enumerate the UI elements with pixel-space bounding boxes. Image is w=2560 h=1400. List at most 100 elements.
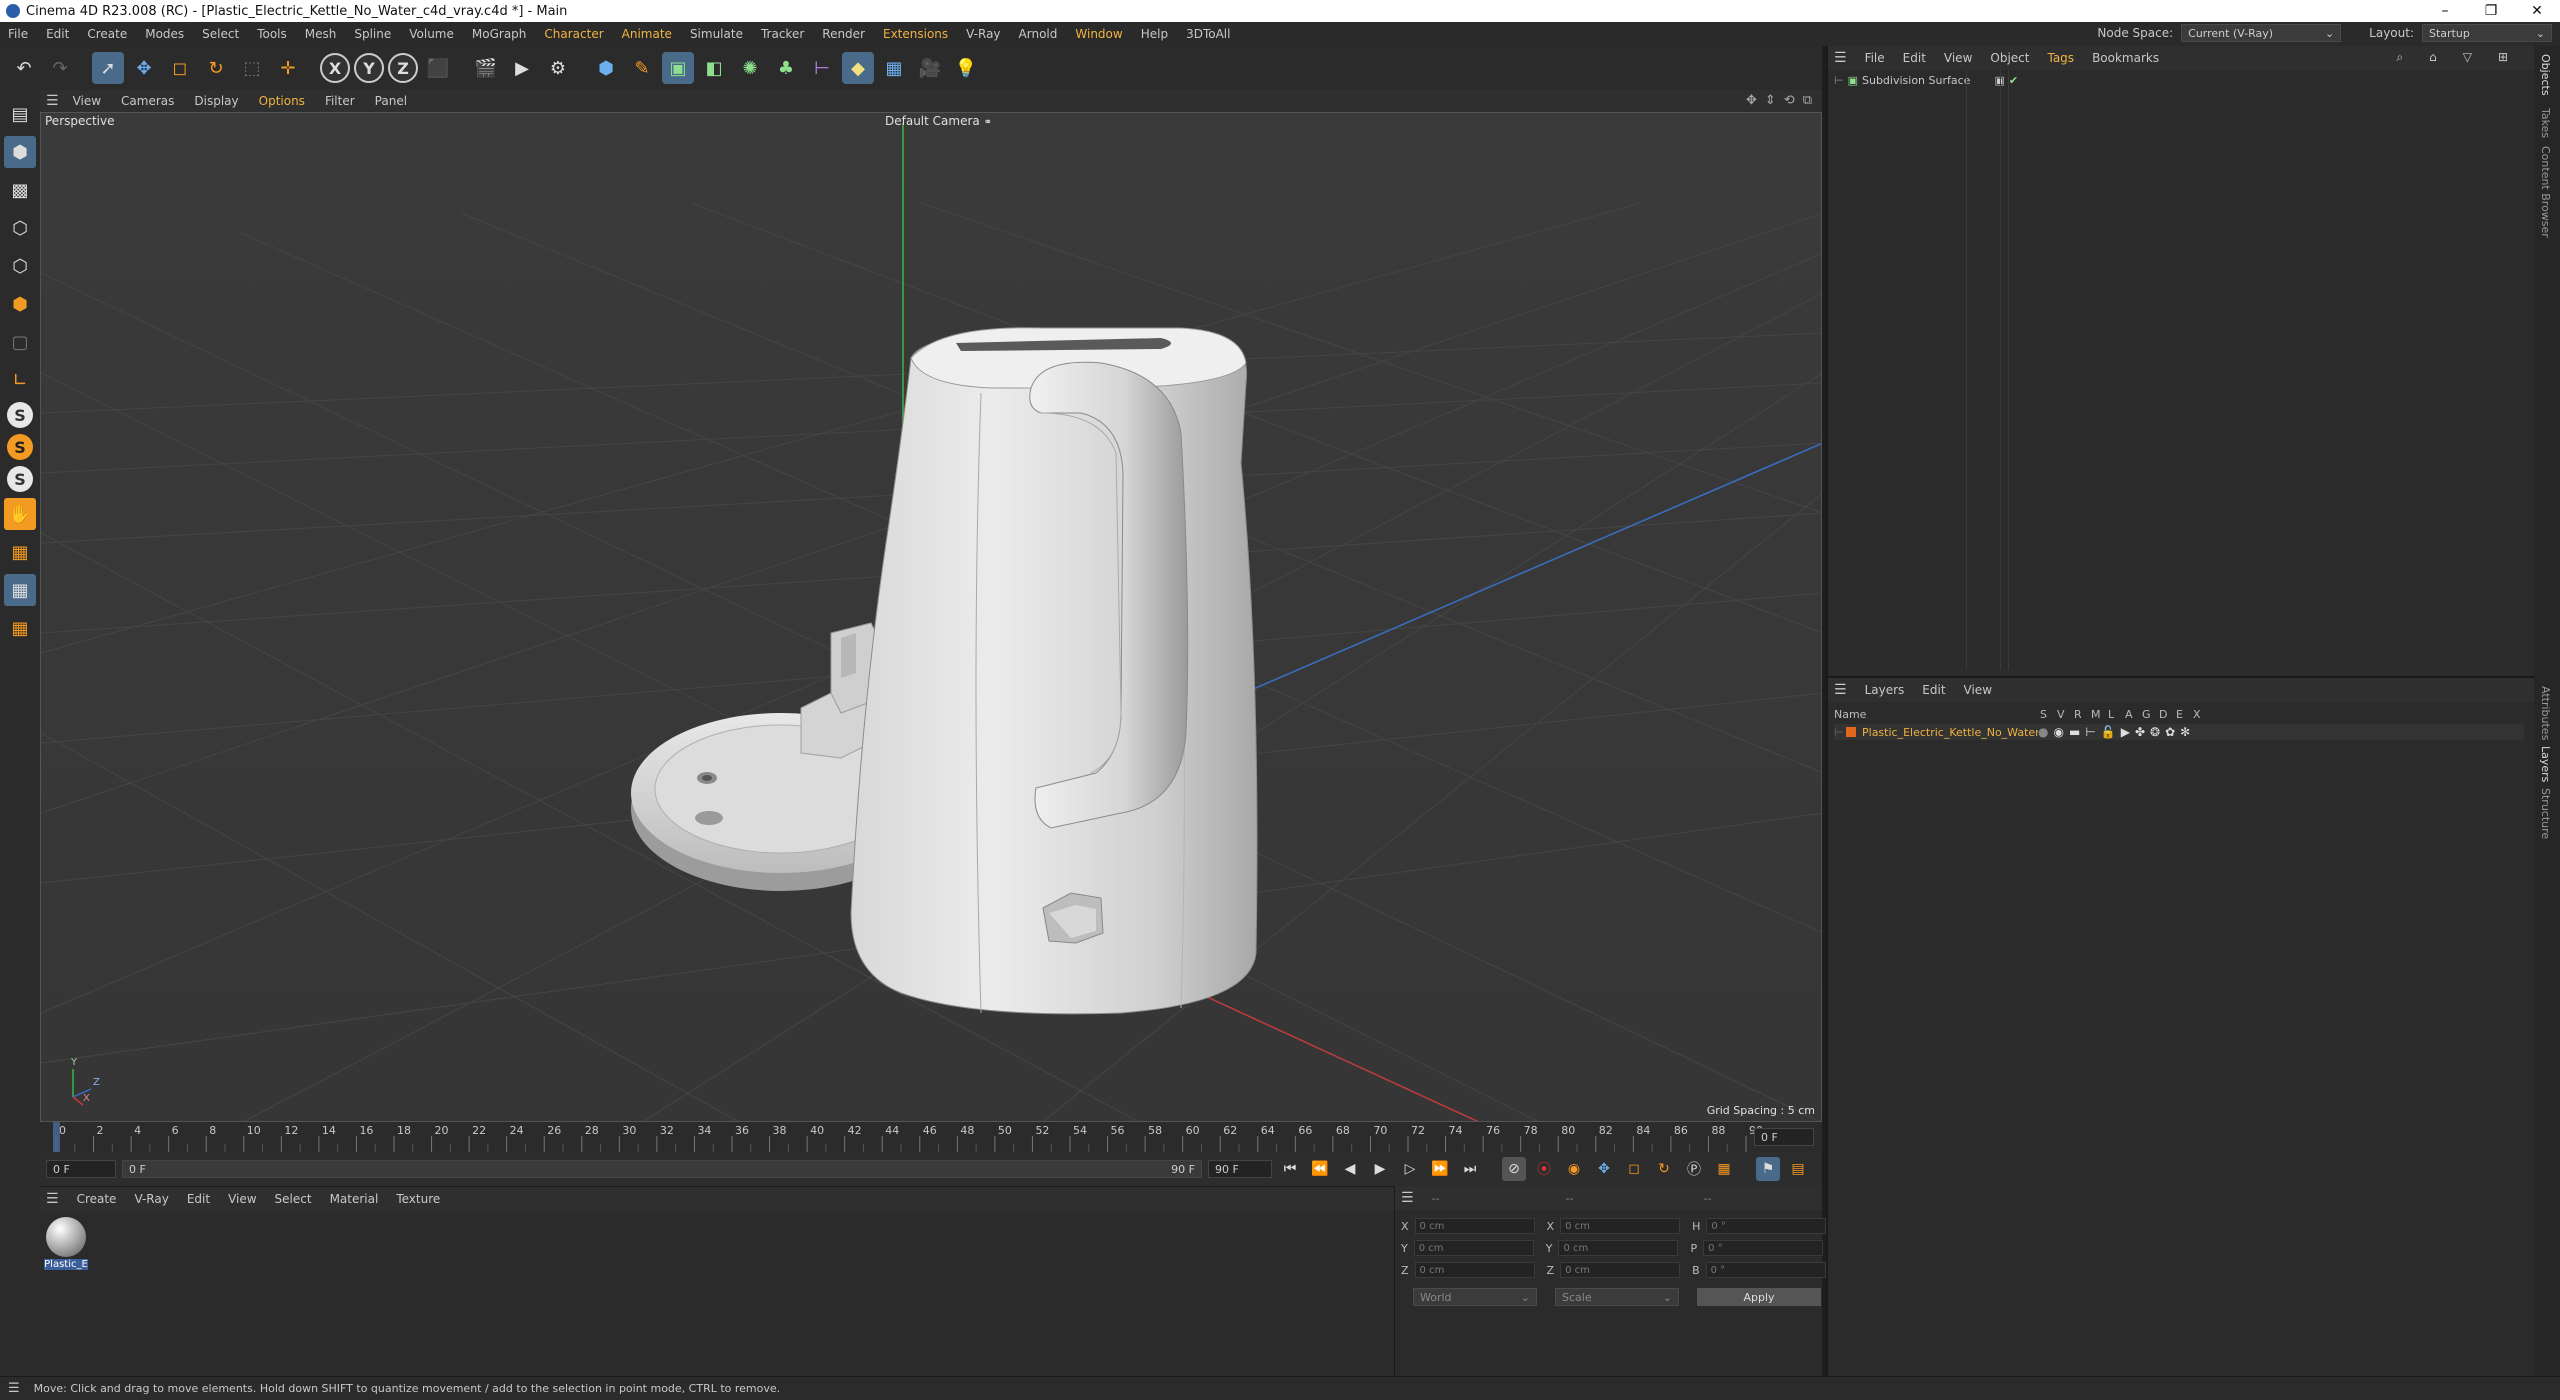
coordinate-space-dropdown[interactable]: World ⌄ [1413,1288,1537,1306]
key-scale-icon[interactable]: ◻ [1622,1157,1646,1181]
live-selection-icon[interactable]: ➚ [92,52,124,84]
3d-viewport[interactable]: Perspective Default Camera ⚭ Grid Spacin… [40,112,1822,1122]
layer-row[interactable]: ⊢ Plastic_Electric_Kettle_No_Water ● ◉ ▬… [1834,724,2524,740]
render-settings-icon[interactable]: ⚙ [542,52,574,84]
playhead[interactable] [53,1122,60,1152]
subdivision-icon[interactable]: ▣ [662,52,694,84]
size-mode-dropdown[interactable]: Scale ⌄ [1555,1288,1679,1306]
transform-tool-icon[interactable]: ⬚ [236,52,268,84]
rot-h-field[interactable]: 0 ° [1706,1218,1827,1234]
pos-z-field[interactable]: 0 cm [1414,1262,1535,1278]
menu-mesh[interactable]: Mesh [305,27,337,41]
maximize-view-icon[interactable]: ⧉ [1803,93,1812,108]
z-axis-lock-icon[interactable]: Z [388,53,418,83]
tab-layers[interactable]: Layers [2539,746,2552,782]
add-panel-icon[interactable]: ⊞ [2498,50,2508,65]
menu-spline[interactable]: Spline [354,27,391,41]
coordinate-system-icon[interactable]: ⬛ [422,52,454,84]
edges-mode-icon[interactable]: ⬡ [4,250,36,282]
viewport-menu-view[interactable]: View [73,94,101,108]
autokey-icon[interactable]: ◉ [1562,1157,1586,1181]
search-icon[interactable]: ⌕ [2396,50,2403,65]
interpolation-icon[interactable]: ⚑ [1756,1157,1780,1181]
next-key-icon[interactable]: ⏩ [1428,1157,1452,1181]
tag-icon[interactable]: ◆ [842,52,874,84]
move-tool-icon[interactable]: ✥ [128,52,160,84]
material-menu-create[interactable]: Create [77,1192,117,1206]
points-mode-icon[interactable]: ⬡ [4,212,36,244]
size-x-field[interactable]: 0 cm [1560,1218,1681,1234]
menu-volume[interactable]: Volume [409,27,454,41]
layer-color-swatch[interactable] [1846,727,1856,737]
animation-icon[interactable]: ▶ [2121,725,2130,739]
hamburger-icon[interactable]: ☰ [8,1381,20,1396]
rot-b-field[interactable]: 0 ° [1705,1262,1826,1278]
solo-dot-icon[interactable]: ● [2038,725,2048,739]
menu-tracker[interactable]: Tracker [761,27,804,41]
snap-icon[interactable]: S [7,402,33,428]
make-editable-icon[interactable]: ▤ [4,98,36,130]
prev-key-icon[interactable]: ⏪ [1308,1157,1332,1181]
object-menu-object[interactable]: Object [1990,51,2029,65]
menu-vray[interactable]: V-Ray [966,27,1000,41]
field-icon[interactable]: ⊢ [806,52,838,84]
pen-icon[interactable]: ✎ [626,52,658,84]
redo-icon[interactable]: ↷ [44,52,76,84]
pan-view-icon[interactable]: ✥ [1746,93,1757,108]
tab-content-browser[interactable]: Content Browser [2539,146,2552,238]
timeline-ruler[interactable]: 0 2 4 6 8 10 12 14 16 18 20 22 24 26 28 30 32 34 36 38 40 42 4… [40,1122,1822,1152]
maximize-button[interactable]: ❐ [2468,0,2514,22]
layer-menu-layers[interactable]: Layers [1865,683,1905,697]
object-menu-view[interactable]: View [1944,51,1972,65]
viewport-menu-filter[interactable]: Filter [325,94,355,108]
floor-icon[interactable]: ▦ [878,52,910,84]
eye-icon[interactable]: ◉ [2053,725,2063,739]
viewport-menu-cameras[interactable]: Cameras [121,94,174,108]
layer-menu-edit[interactable]: Edit [1922,683,1945,697]
rot-p-field[interactable]: 0 ° [1703,1240,1824,1256]
hamburger-icon[interactable]: ☰ [1834,50,1847,66]
key-rotation-icon[interactable]: ↻ [1652,1157,1676,1181]
solo-icon[interactable]: ▦ [4,612,36,644]
tab-takes[interactable]: Takes [2539,108,2552,138]
menu-extensions[interactable]: Extensions [883,27,948,41]
axis-mode-icon[interactable]: ▢ [4,326,36,358]
frame-range-slider[interactable]: 0 F 90 F [122,1160,1202,1178]
viewport-menu-panel[interactable]: Panel [375,94,407,108]
key-position-icon[interactable]: ✥ [1592,1157,1616,1181]
record-keyframe-icon[interactable]: ⦿ [1532,1157,1556,1181]
render-region-icon[interactable]: 🎬 [470,52,502,84]
material-swatch[interactable]: Plastic_E [44,1217,88,1270]
node-space-dropdown[interactable]: Current (V-Ray) ⌄ [2181,24,2342,42]
object-menu-edit[interactable]: Edit [1903,51,1926,65]
menu-window[interactable]: Window [1075,27,1122,41]
pos-y-field[interactable]: 0 cm [1413,1240,1534,1256]
light-icon[interactable]: 💡 [950,52,982,84]
timeline-window-icon[interactable]: ▤ [1786,1157,1810,1181]
play-icon[interactable]: ▶ [1368,1157,1392,1181]
manager-icon[interactable]: ⊢ [2085,725,2095,739]
prev-frame-icon[interactable]: ◀ [1338,1157,1362,1181]
hamburger-icon[interactable]: ☰ [46,1191,59,1207]
lock-icon[interactable]: 🔓 [2101,725,2116,739]
viewport-menu-options[interactable]: Options [259,94,305,108]
menu-modes[interactable]: Modes [145,27,184,41]
menu-mograph[interactable]: MoGraph [472,27,527,41]
material-menu-material[interactable]: Material [330,1192,379,1206]
object-row-subdivision[interactable]: ⊢ ▣ Subdivision Surface ▣ ✔ [1834,74,2018,87]
paint-icon[interactable]: ✋ [4,498,36,530]
hamburger-icon[interactable]: ☰ [46,93,59,109]
menu-3dtoall[interactable]: 3DToAll [1186,27,1230,41]
layout-dropdown[interactable]: Startup ⌄ [2422,24,2552,42]
menu-tools[interactable]: Tools [257,27,287,41]
rotate-view-icon[interactable]: ⟲ [1784,93,1795,108]
deformer-icon[interactable]: ♣ [770,52,802,84]
xref-icon[interactable]: ✻ [2180,725,2190,739]
goto-start-icon[interactable]: ⏮ [1278,1157,1302,1181]
size-y-field[interactable]: 0 cm [1558,1240,1679,1256]
material-menu-select[interactable]: Select [275,1192,312,1206]
object-menu-bookmarks[interactable]: Bookmarks [2092,51,2159,65]
texture-mode-icon[interactable]: ▩ [4,174,36,206]
minimize-button[interactable]: – [2422,0,2468,22]
snap-settings-icon[interactable]: S [7,434,33,460]
